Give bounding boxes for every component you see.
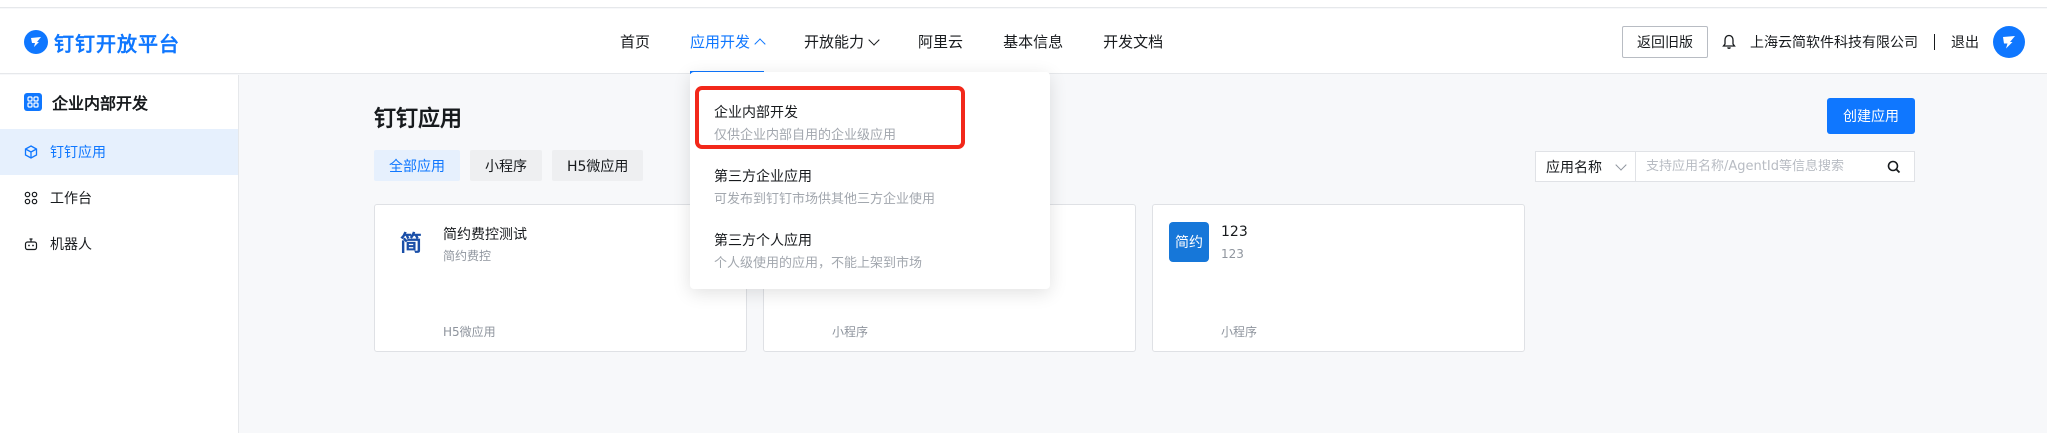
- cube-icon: [24, 145, 38, 159]
- dingtalk-avatar-icon: [2003, 35, 2015, 48]
- app-card-name: 简约费控测试: [443, 227, 527, 243]
- filter-h5-app[interactable]: H5微应用: [552, 150, 644, 181]
- create-app-button[interactable]: 创建应用: [1827, 98, 1915, 134]
- nav-home-label: 首页: [620, 33, 651, 51]
- search-field-select[interactable]: 应用名称: [1536, 152, 1636, 181]
- header-right-tools: 返回旧版 上海云简软件科技有限公司 退出: [1622, 9, 2025, 74]
- bell-icon[interactable]: [1722, 34, 1736, 50]
- search-input[interactable]: [1636, 159, 1886, 174]
- page-title: 钉钉应用: [374, 107, 463, 132]
- app-logo-icon: 简: [391, 222, 431, 262]
- app-type-filters: 全部应用 小程序 H5微应用: [374, 150, 644, 181]
- menu-item-title: 企业内部开发: [714, 105, 798, 121]
- sidebar-item-workbench[interactable]: 工作台: [0, 175, 238, 221]
- logo[interactable]: 钉钉开放平台: [24, 29, 180, 56]
- sidebar: 企业内部开发 钉钉应用 工作台 机器人: [0, 75, 239, 433]
- chevron-down-icon: [1615, 158, 1627, 171]
- nav-aliyun[interactable]: 阿里云: [898, 9, 983, 74]
- nav-open-capability[interactable]: 开放能力: [784, 9, 898, 74]
- top-strip: [0, 0, 2047, 8]
- menu-item-third-party-personal[interactable]: 第三方个人应用 个人级使用的应用，不能上架到市场: [690, 218, 1050, 278]
- grid-apps-icon: [24, 93, 42, 111]
- nav-dev-docs[interactable]: 开发文档: [1083, 9, 1183, 74]
- nav-basic-info-label: 基本信息: [1003, 33, 1064, 51]
- nav-dev-docs-label: 开发文档: [1103, 33, 1164, 51]
- sidebar-item-label: 机器人: [50, 237, 92, 253]
- menu-item-title: 第三方个人应用: [714, 233, 812, 249]
- sidebar-item-label: 工作台: [50, 191, 92, 207]
- filter-mini-program[interactable]: 小程序: [470, 150, 542, 181]
- sidebar-title: 企业内部开发: [0, 75, 238, 129]
- company-name[interactable]: 上海云简软件科技有限公司: [1750, 32, 1918, 52]
- logout-link[interactable]: 退出: [1951, 32, 1979, 52]
- app-dev-dropdown-menu: 企业内部开发 仅供企业内部自用的企业级应用 第三方企业应用 可发布到钉钉市场供其…: [690, 72, 1050, 289]
- sidebar-item-robot[interactable]: 机器人: [0, 221, 238, 267]
- menu-item-subtitle: 个人级使用的应用，不能上架到市场: [714, 256, 923, 271]
- nav-app-dev-label: 应用开发: [690, 33, 751, 51]
- top-header: 钉钉开放平台 首页 应用开发 开放能力 阿里云 基本信息 开发文档 返回旧版 上…: [0, 9, 2047, 74]
- avatar[interactable]: [1993, 25, 2025, 58]
- main-nav: 首页 应用开发 开放能力 阿里云 基本信息 开发文档: [600, 9, 1183, 74]
- chevron-up-icon: [754, 37, 766, 50]
- menu-item-subtitle: 可发布到钉钉市场供其他三方企业使用: [714, 192, 936, 207]
- grid-icon: [24, 191, 38, 205]
- sidebar-item-label: 钉钉应用: [50, 145, 106, 161]
- app-card-desc: 简约费控: [443, 249, 492, 263]
- menu-item-subtitle: 仅供企业内部自用的企业级应用: [714, 128, 897, 143]
- dingtalk-logo-icon: [24, 30, 48, 54]
- nav-aliyun-label: 阿里云: [918, 33, 964, 51]
- app-card-name: 123: [1221, 224, 1248, 240]
- logo-text: 钉钉开放平台: [54, 31, 180, 56]
- search-field-select-label: 应用名称: [1546, 159, 1602, 176]
- search-icon[interactable]: [1886, 159, 1902, 175]
- nav-open-capability-label: 开放能力: [804, 33, 865, 51]
- nav-basic-info[interactable]: 基本信息: [983, 9, 1083, 74]
- app-card-desc: 123: [1221, 247, 1244, 261]
- robot-icon: [24, 238, 38, 251]
- app-search: 应用名称: [1535, 151, 1915, 182]
- chevron-down-icon: [868, 33, 880, 46]
- menu-item-internal-dev[interactable]: 企业内部开发 仅供企业内部自用的企业级应用: [690, 90, 1050, 150]
- app-card-type: 小程序: [1221, 325, 1258, 339]
- nav-app-dev[interactable]: 应用开发: [670, 9, 784, 74]
- app-card[interactable]: 简约 123 123 小程序: [1152, 204, 1525, 352]
- filter-all-apps[interactable]: 全部应用: [374, 150, 460, 181]
- menu-item-title: 第三方企业应用: [714, 169, 812, 185]
- sidebar-item-dingtalk-apps[interactable]: 钉钉应用: [0, 129, 238, 175]
- app-card-type: H5微应用: [443, 325, 496, 339]
- app-logo-icon: 简约: [1169, 222, 1209, 262]
- back-to-old-button[interactable]: 返回旧版: [1622, 25, 1708, 58]
- app-card-type: 小程序: [832, 325, 869, 339]
- nav-home[interactable]: 首页: [600, 9, 670, 74]
- menu-item-third-party-enterprise[interactable]: 第三方企业应用 可发布到钉钉市场供其他三方企业使用: [690, 154, 1050, 214]
- sidebar-title-label: 企业内部开发: [52, 94, 149, 113]
- header-divider: [1934, 33, 1935, 50]
